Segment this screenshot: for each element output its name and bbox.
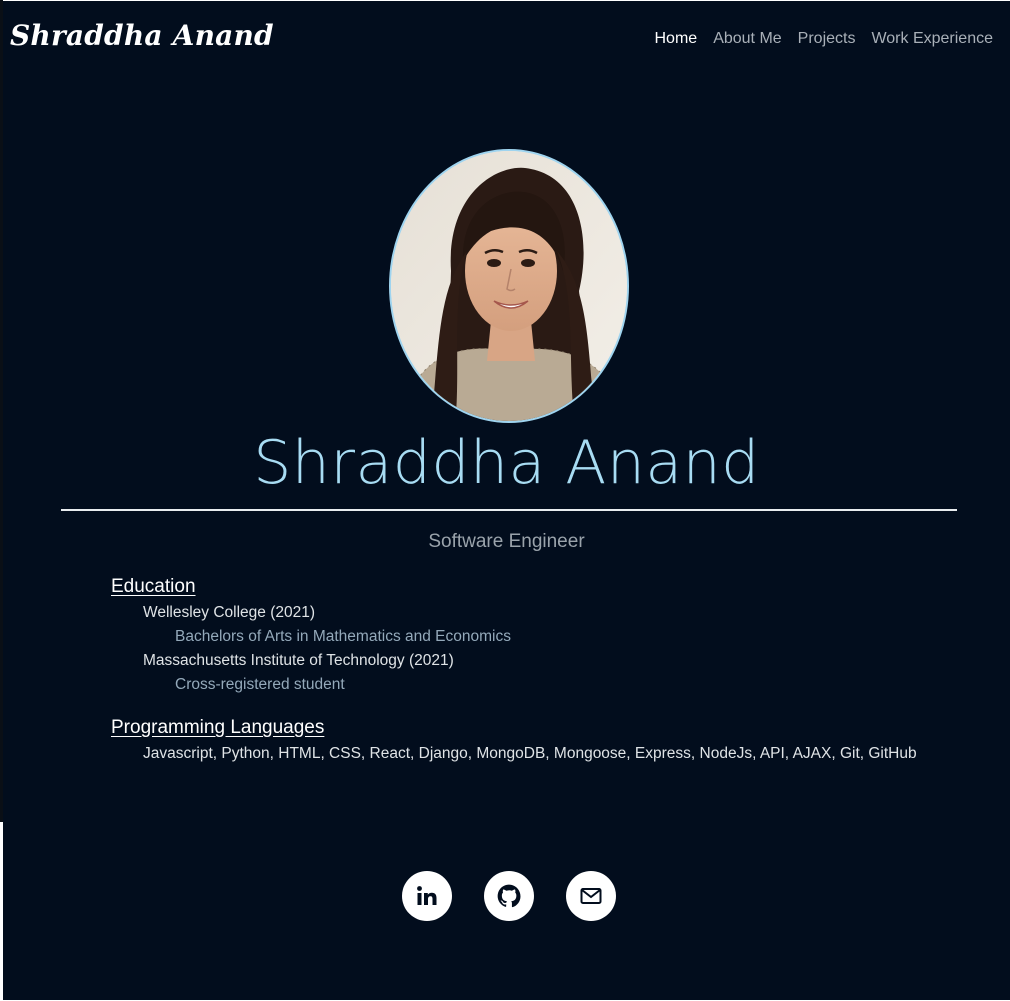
education-heading: Education bbox=[111, 576, 196, 597]
school-name: Wellesley College (2021) bbox=[143, 604, 316, 621]
profile-photo-illustration bbox=[391, 151, 627, 421]
languages-heading: Programming Languages bbox=[111, 717, 325, 738]
nav-about-me[interactable]: About Me bbox=[713, 29, 781, 49]
brand-logo[interactable]: Shraddha Anand bbox=[10, 19, 274, 52]
linkedin-icon bbox=[417, 886, 437, 905]
mail-icon bbox=[580, 888, 602, 904]
school-detail: Cross-registered student bbox=[175, 676, 345, 693]
github-icon bbox=[497, 884, 521, 908]
nav-projects[interactable]: Projects bbox=[798, 29, 856, 49]
profile-role: Software Engineer bbox=[428, 531, 585, 552]
github-button[interactable] bbox=[484, 871, 534, 921]
profile-name: Shraddha Anand bbox=[253, 428, 760, 498]
page: Shraddha Anand Home About Me Projects Wo… bbox=[3, 1, 1010, 1000]
profile-photo bbox=[389, 149, 629, 423]
divider bbox=[61, 509, 957, 511]
email-button[interactable] bbox=[566, 871, 616, 921]
linkedin-button[interactable] bbox=[402, 871, 452, 921]
school-detail: Bachelors of Arts in Mathematics and Eco… bbox=[175, 628, 511, 645]
top-nav: Home About Me Projects Work Experience bbox=[655, 29, 994, 49]
nav-home[interactable]: Home bbox=[655, 29, 698, 49]
school-name: Massachusetts Institute of Technology (2… bbox=[143, 652, 454, 669]
nav-work-experience[interactable]: Work Experience bbox=[871, 29, 993, 49]
languages-list: Javascript, Python, HTML, CSS, React, Dj… bbox=[143, 745, 917, 762]
